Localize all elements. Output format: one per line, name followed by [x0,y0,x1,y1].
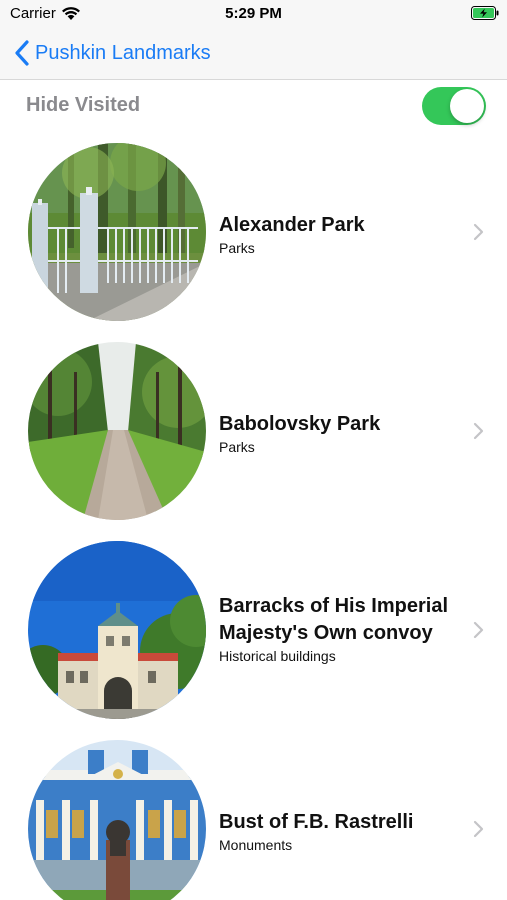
list-item[interactable]: Barracks of His Imperial Majesty's Own c… [0,532,507,732]
list-item-text: Babolovsky Park Parks [219,411,464,456]
chevron-left-icon [15,40,29,66]
chevron-right-icon [473,223,484,241]
list-item-text: Bust of F.B. Rastrelli Monuments [219,809,464,854]
navigation-bar: Pushkin Landmarks [0,28,507,80]
landmark-title: Alexander Park [219,214,365,236]
landmark-photo [28,541,206,719]
list-item-text: Barracks of His Imperial Majesty's Own c… [219,593,464,665]
landmark-category: Historical buildings [219,648,336,664]
chevron-right-icon [473,422,484,440]
status-bar: Carrier 5:29 PM [0,0,507,28]
landmark-title: Barracks of His Imperial Majesty's Own c… [219,595,448,644]
hide-visited-label: Hide Visited [26,94,141,116]
toggle-knob [450,89,484,123]
list-item[interactable]: Bust of F.B. Rastrelli Monuments [0,731,507,900]
list-item-text: Alexander Park Parks [219,212,464,257]
landmark-photo [28,143,206,321]
back-button[interactable]: Pushkin Landmarks [14,38,211,68]
chevron-right-icon [473,820,484,838]
hide-visited-row: Hide Visited [0,80,507,134]
landmark-photo [28,342,206,520]
list-item[interactable]: Babolovsky Park Parks [0,333,507,533]
list-item[interactable]: Alexander Park Parks [0,134,507,334]
landmark-title: Bust of F.B. Rastrelli [219,811,414,833]
landmark-photo [28,740,206,900]
chevron-right-icon [473,621,484,639]
landmark-title: Babolovsky Park [219,413,381,435]
landmark-category: Monuments [219,837,293,853]
landmark-category: Parks [219,439,255,455]
battery-charging-icon [471,6,499,20]
landmark-category: Parks [219,240,255,256]
hide-visited-toggle[interactable] [422,87,486,125]
back-button-label: Pushkin Landmarks [35,41,211,64]
clock: 5:29 PM [225,5,282,22]
